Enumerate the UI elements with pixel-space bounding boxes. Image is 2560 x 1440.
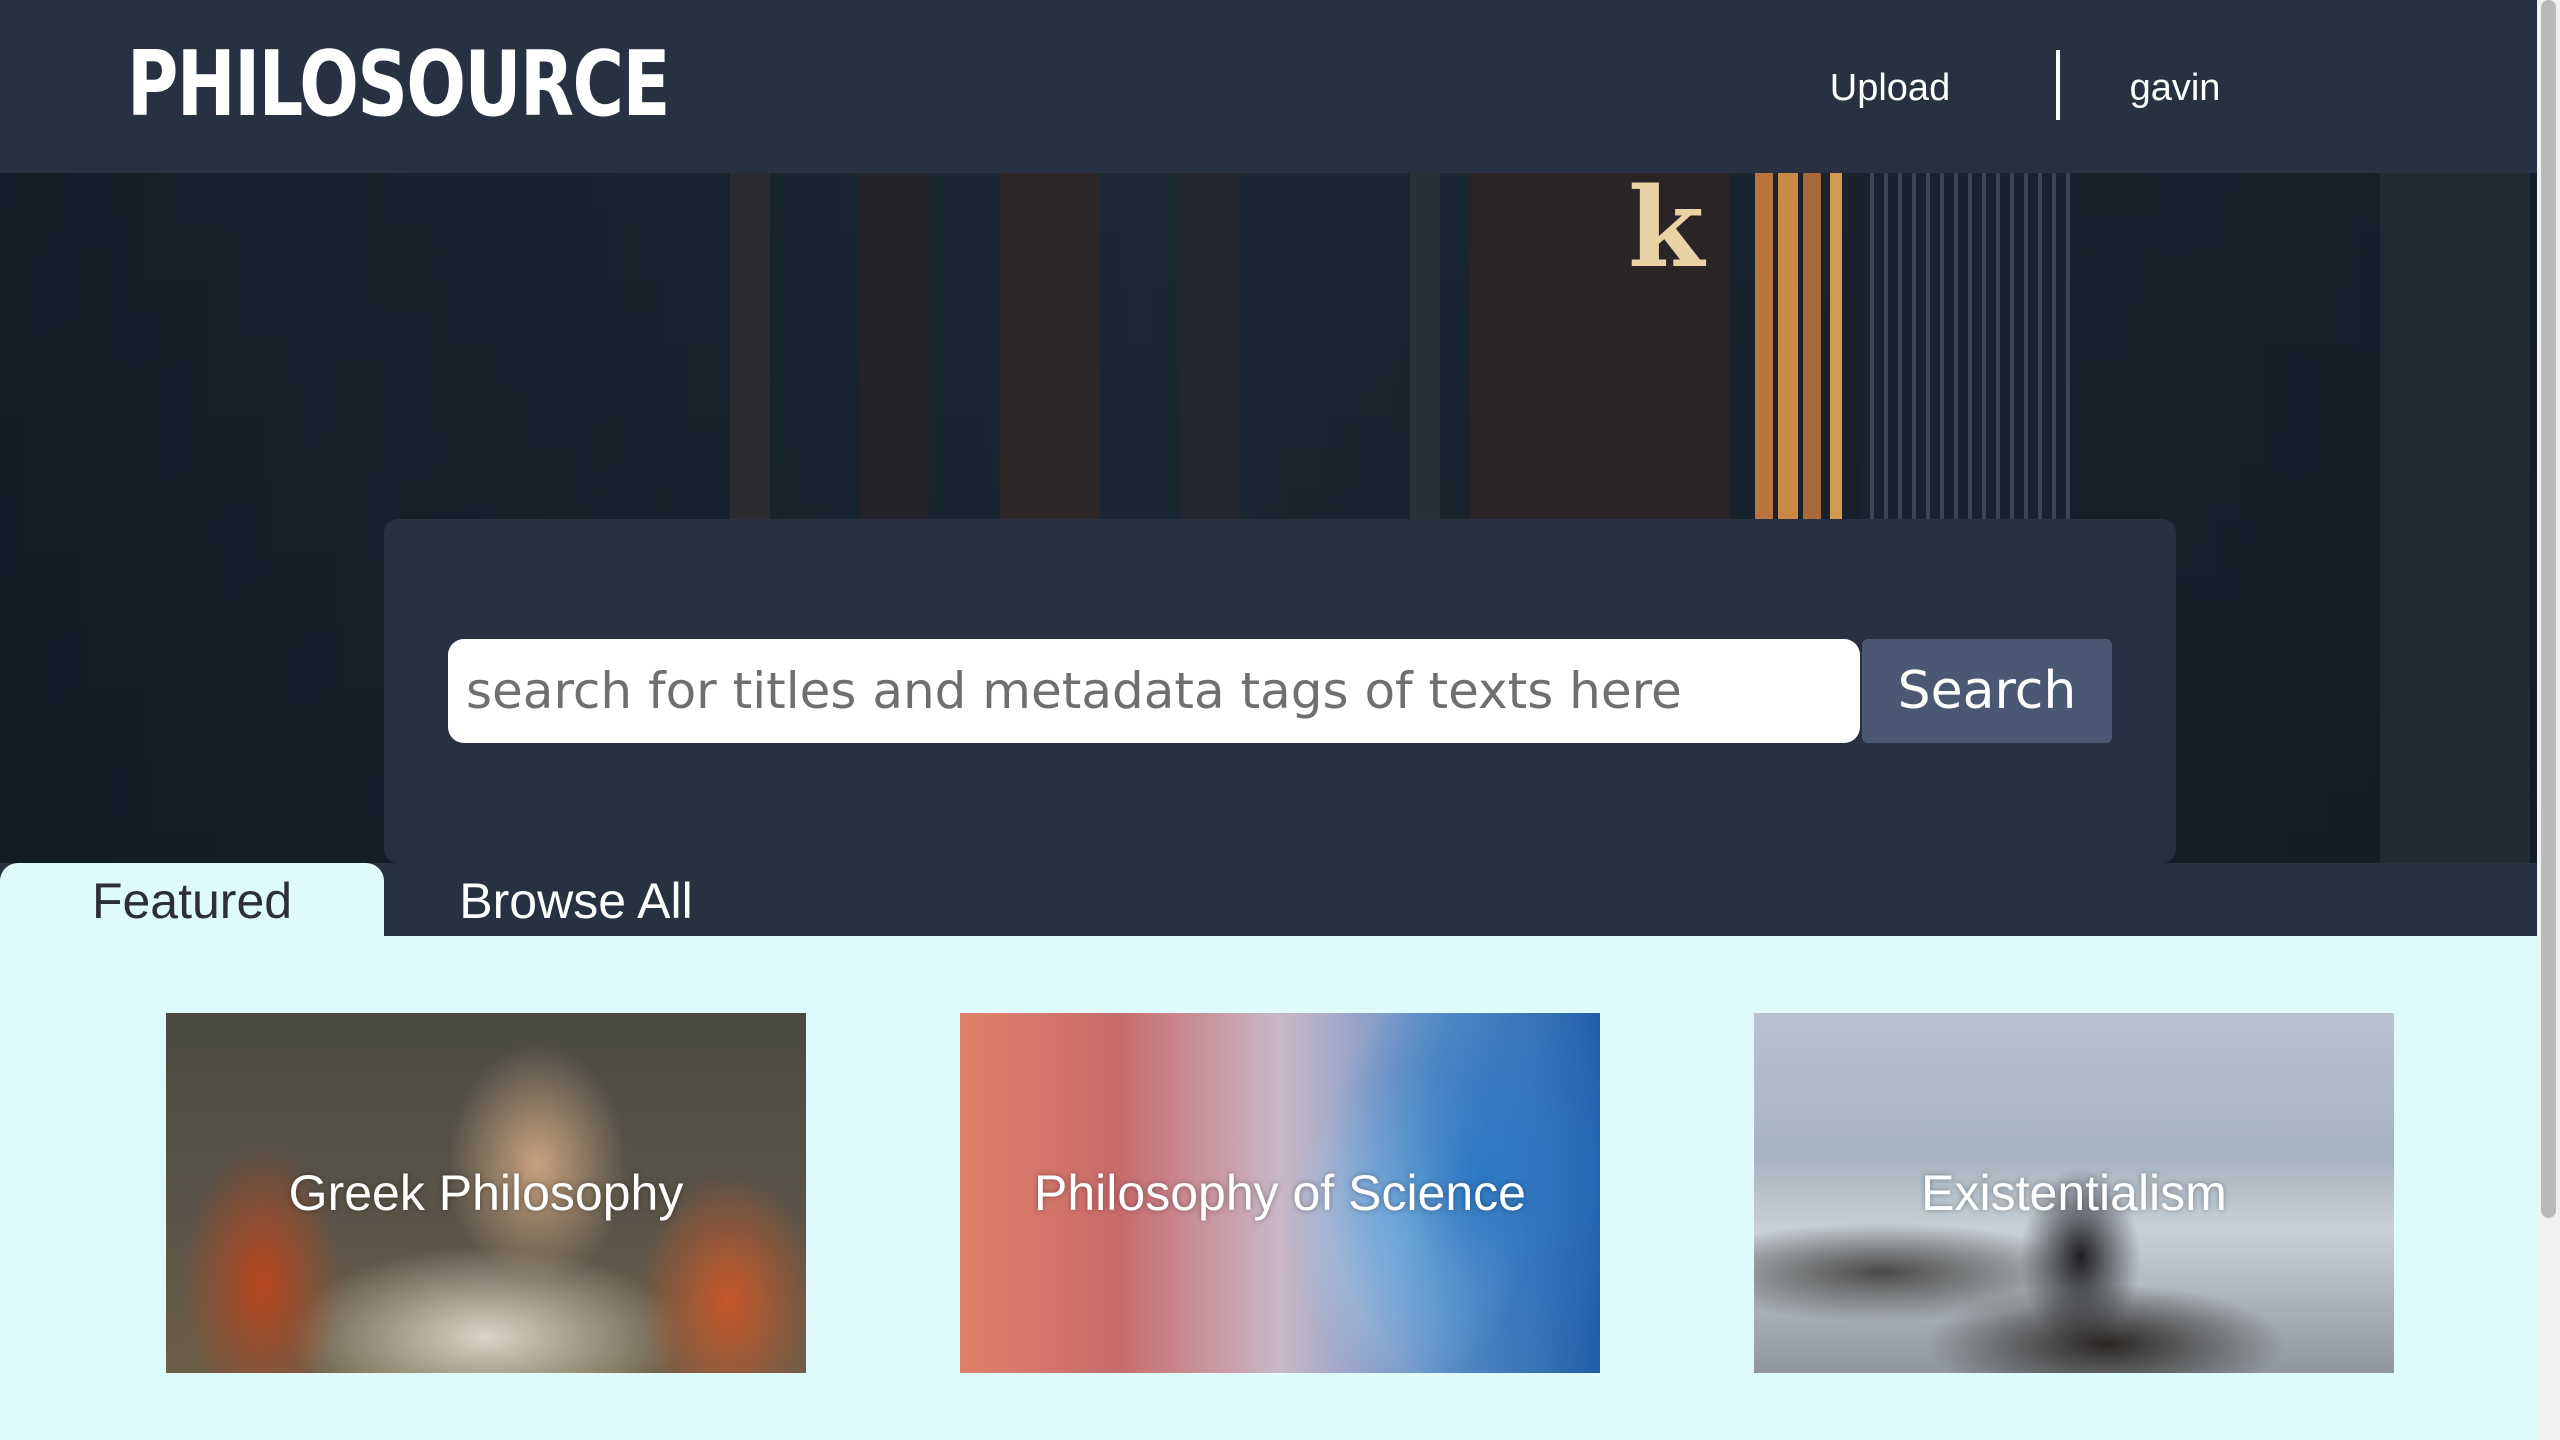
- book-letter-decor: k: [1628, 173, 1705, 292]
- user-menu-link[interactable]: gavin: [2110, 60, 2240, 116]
- search-button[interactable]: Search: [1862, 639, 2112, 743]
- tab-browse-all[interactable]: Browse All: [384, 863, 768, 936]
- tab-featured[interactable]: Featured: [0, 863, 384, 936]
- hero-arc: [0, 223, 220, 863]
- book-spine: [2380, 173, 2530, 863]
- section-tabs: Featured Browse All: [0, 863, 2537, 936]
- search-input[interactable]: [448, 639, 1860, 743]
- site-logo[interactable]: PHILOSOURCE: [127, 30, 670, 140]
- category-card-existentialism[interactable]: Existentialism: [1754, 1013, 2394, 1373]
- category-card-greek-philosophy[interactable]: Greek Philosophy: [166, 1013, 806, 1373]
- nav-divider: [2056, 50, 2060, 120]
- upload-link[interactable]: Upload: [1800, 60, 1980, 116]
- search-panel: Search: [384, 519, 2176, 863]
- scrollbar-thumb[interactable]: [2541, 0, 2556, 1218]
- hero-banner: k Search: [0, 173, 2537, 863]
- card-label: Philosophy of Science: [1034, 1165, 1526, 1221]
- category-card-philosophy-of-science[interactable]: Philosophy of Science: [960, 1013, 1600, 1373]
- card-label: Existentialism: [1921, 1165, 2227, 1221]
- top-nav: PHILOSOURCE Upload gavin: [0, 0, 2537, 173]
- card-label: Greek Philosophy: [288, 1165, 684, 1221]
